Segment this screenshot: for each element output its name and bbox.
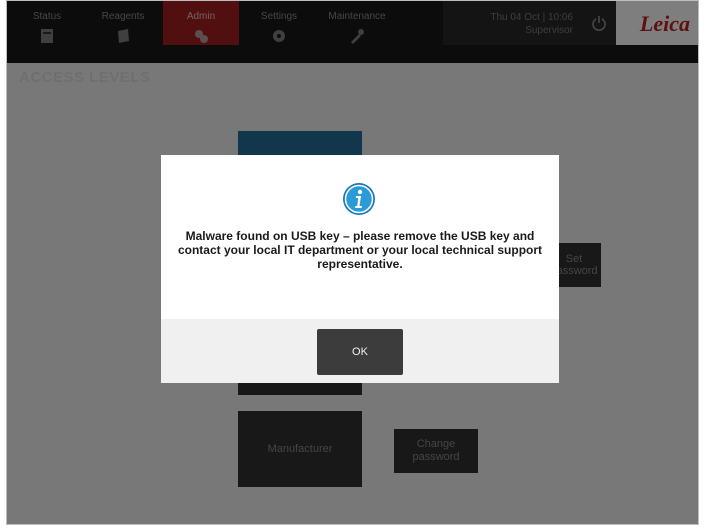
ok-button-label: OK xyxy=(352,346,368,358)
dialog-message: Malware found on USB key – please remove… xyxy=(177,229,543,271)
app-window: Status Reagents Admin Settings Maintenan… xyxy=(6,0,699,525)
ok-button[interactable]: OK xyxy=(317,329,403,375)
info-icon xyxy=(343,183,375,215)
malware-alert-dialog: Malware found on USB key – please remove… xyxy=(161,155,559,383)
